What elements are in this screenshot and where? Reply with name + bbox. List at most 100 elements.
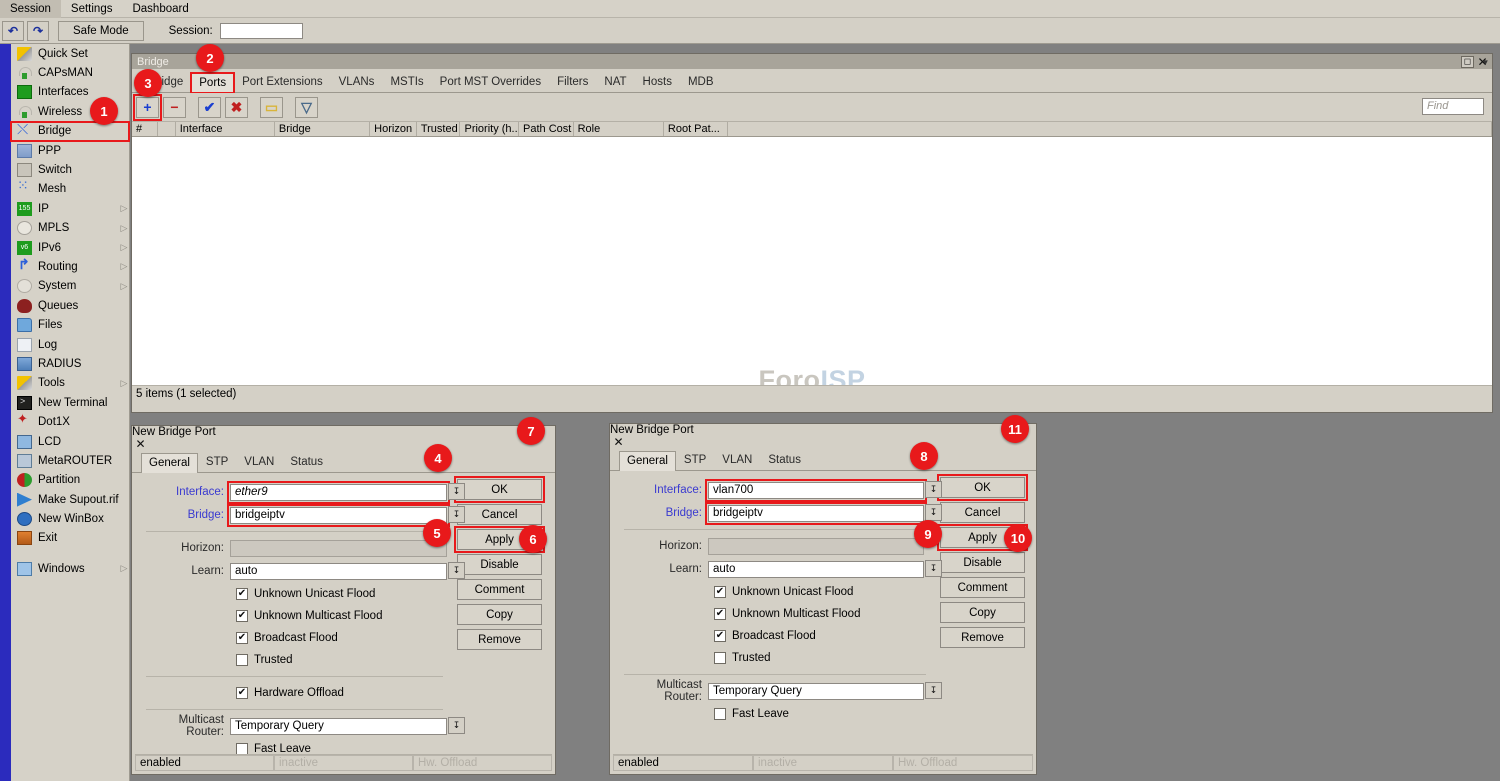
checkbox-box[interactable]: ✔ bbox=[236, 610, 248, 622]
sidebar-item-ipv6[interactable]: v6IPv6▷ bbox=[11, 238, 129, 257]
copy-button[interactable]: Copy bbox=[457, 604, 542, 625]
tab-filters[interactable]: Filters bbox=[549, 72, 596, 92]
checkbox-hardware-offload[interactable]: ✔Hardware Offload bbox=[140, 682, 449, 704]
dropdown-arrow-icon[interactable]: ↧ bbox=[448, 562, 465, 579]
column-header-path-cost[interactable]: Path Cost bbox=[519, 122, 574, 136]
comment-button[interactable]: Comment bbox=[457, 579, 542, 600]
sidebar-item-make-supout-rif[interactable]: Make Supout.rif bbox=[11, 490, 129, 509]
redo-arrow-icon[interactable]: ↷ bbox=[27, 21, 49, 41]
sidebar-item-bridge[interactable]: Bridge bbox=[11, 122, 129, 141]
tab-mdb[interactable]: MDB bbox=[680, 72, 722, 92]
learn-input[interactable]: auto bbox=[708, 561, 924, 578]
checkbox-box[interactable]: ✔ bbox=[236, 632, 248, 644]
checkbox-fast-leave[interactable]: Fast Leave bbox=[618, 703, 932, 725]
checkbox-trusted[interactable]: Trusted bbox=[618, 647, 932, 669]
remove-button[interactable]: Remove bbox=[457, 629, 542, 650]
tab-ports[interactable]: Ports bbox=[191, 73, 234, 93]
tab-stp[interactable]: STP bbox=[676, 450, 714, 470]
column-header-horizon[interactable]: Horizon bbox=[370, 122, 417, 136]
bridge-input[interactable]: bridgeiptv bbox=[230, 507, 447, 524]
sidebar-item-radius[interactable]: RADIUS bbox=[11, 354, 129, 373]
sidebar-item-dot1x[interactable]: Dot1X bbox=[11, 412, 129, 431]
sidebar-item-ip[interactable]: 155IP▷ bbox=[11, 199, 129, 218]
dropdown-arrow-icon[interactable]: ↧ bbox=[925, 682, 942, 699]
checkbox-box[interactable] bbox=[714, 652, 726, 664]
copy-button[interactable]: Copy bbox=[940, 602, 1025, 623]
close-icon[interactable]: ✕ bbox=[612, 436, 625, 448]
tab-mstis[interactable]: MSTIs bbox=[382, 72, 431, 92]
checkbox-box[interactable]: ✔ bbox=[236, 687, 248, 699]
remove-button[interactable]: Remove bbox=[940, 627, 1025, 648]
find-input[interactable]: Find bbox=[1422, 98, 1484, 115]
sidebar-item-mesh[interactable]: Mesh bbox=[11, 180, 129, 199]
dialog-titlebar[interactable]: New Bridge Port✕ bbox=[610, 424, 1036, 448]
column-header-priority-h[interactable]: Priority (h... bbox=[460, 122, 519, 136]
checkbox-box[interactable] bbox=[236, 654, 248, 666]
column-header-interface[interactable]: Interface bbox=[176, 122, 275, 136]
column-header-[interactable]: # bbox=[132, 122, 158, 136]
tab-status[interactable]: Status bbox=[760, 450, 809, 470]
checkbox-box[interactable]: ✔ bbox=[714, 608, 726, 620]
checkbox-box[interactable]: ✔ bbox=[236, 588, 248, 600]
learn-input[interactable]: auto bbox=[230, 563, 447, 580]
checkbox-unknown-unicast-flood[interactable]: ✔Unknown Unicast Flood bbox=[618, 581, 932, 603]
enable-button[interactable]: ✔ bbox=[198, 97, 221, 118]
sidebar-item-log[interactable]: Log bbox=[11, 335, 129, 354]
dialog-titlebar[interactable]: New Bridge Port✕ bbox=[132, 426, 555, 450]
checkbox-box[interactable] bbox=[714, 708, 726, 720]
tab-nat[interactable]: NAT bbox=[596, 72, 634, 92]
sidebar-item-tools[interactable]: Tools▷ bbox=[11, 374, 129, 393]
comment-button[interactable]: Comment bbox=[940, 577, 1025, 598]
dropdown-arrow-icon[interactable]: ↧ bbox=[448, 717, 465, 734]
sidebar-item-windows[interactable]: Windows▷ bbox=[11, 559, 129, 578]
horizon-input[interactable] bbox=[708, 538, 924, 555]
tab-vlan[interactable]: VLAN bbox=[236, 452, 282, 472]
undo-arrow-icon[interactable]: ↶ bbox=[2, 21, 24, 41]
column-header-root-pat[interactable]: Root Pat... bbox=[664, 122, 729, 136]
tab-stp[interactable]: STP bbox=[198, 452, 236, 472]
dropdown-arrow-icon[interactable]: ↧ bbox=[448, 506, 465, 523]
checkbox-box[interactable]: ✔ bbox=[714, 586, 726, 598]
maximize-icon[interactable]: ◻ bbox=[1461, 56, 1474, 68]
dropdown-arrow-icon[interactable]: ↧ bbox=[925, 560, 942, 577]
session-input[interactable] bbox=[220, 23, 303, 39]
checkbox-broadcast-flood[interactable]: ✔Broadcast Flood bbox=[618, 625, 932, 647]
disable-button[interactable]: Disable bbox=[457, 554, 542, 575]
column-header-trusted[interactable]: Trusted bbox=[417, 122, 461, 136]
sidebar-item-capsman[interactable]: CAPsMAN bbox=[11, 63, 129, 82]
cancel-button[interactable]: Cancel bbox=[457, 504, 542, 525]
menu-item-dashboard[interactable]: Dashboard bbox=[122, 0, 198, 18]
checkbox-broadcast-flood[interactable]: ✔Broadcast Flood bbox=[140, 627, 449, 649]
add-button[interactable]: + bbox=[136, 97, 159, 118]
checkbox-unknown-multicast-flood[interactable]: ✔Unknown Multicast Flood bbox=[140, 605, 449, 627]
checkbox-box[interactable]: ✔ bbox=[714, 630, 726, 642]
menu-item-session[interactable]: Session bbox=[0, 0, 61, 18]
ports-table-body[interactable]: ForoISP bbox=[132, 137, 1492, 385]
cancel-button[interactable]: Cancel bbox=[940, 502, 1025, 523]
tab-vlan[interactable]: VLAN bbox=[714, 450, 760, 470]
checkbox-unknown-multicast-flood[interactable]: ✔Unknown Multicast Flood bbox=[618, 603, 932, 625]
menu-item-settings[interactable]: Settings bbox=[61, 0, 123, 18]
column-header-role[interactable]: Role bbox=[574, 122, 664, 136]
sidebar-item-quick-set[interactable]: Quick Set bbox=[11, 44, 129, 63]
tab-port-extensions[interactable]: Port Extensions bbox=[234, 72, 331, 92]
sidebar-item-new-terminal[interactable]: New Terminal bbox=[11, 393, 129, 412]
comment-button[interactable]: ▭ bbox=[260, 97, 283, 118]
remove-button[interactable]: − bbox=[163, 97, 186, 118]
sidebar-item-system[interactable]: System▷ bbox=[11, 277, 129, 296]
sidebar-item-mpls[interactable]: MPLS▷ bbox=[11, 219, 129, 238]
disable-button[interactable]: Disable bbox=[940, 552, 1025, 573]
horizon-input[interactable] bbox=[230, 540, 447, 557]
sidebar-item-files[interactable]: Files bbox=[11, 315, 129, 334]
sidebar-item-lcd[interactable]: LCD bbox=[11, 432, 129, 451]
sidebar-item-ppp[interactable]: PPP bbox=[11, 141, 129, 160]
disable-button[interactable]: ✖ bbox=[225, 97, 248, 118]
column-chooser-icon[interactable]: ▼ bbox=[1479, 54, 1492, 70]
multicast-router-input[interactable]: Temporary Query bbox=[230, 718, 447, 735]
filter-button[interactable]: ▽ bbox=[295, 97, 318, 118]
bridge-input[interactable]: bridgeiptv bbox=[708, 505, 924, 522]
dropdown-arrow-icon[interactable]: ↧ bbox=[925, 481, 942, 498]
tab-general[interactable]: General bbox=[619, 451, 676, 471]
checkbox-trusted[interactable]: Trusted bbox=[140, 649, 449, 671]
column-header[interactable] bbox=[728, 122, 1492, 136]
